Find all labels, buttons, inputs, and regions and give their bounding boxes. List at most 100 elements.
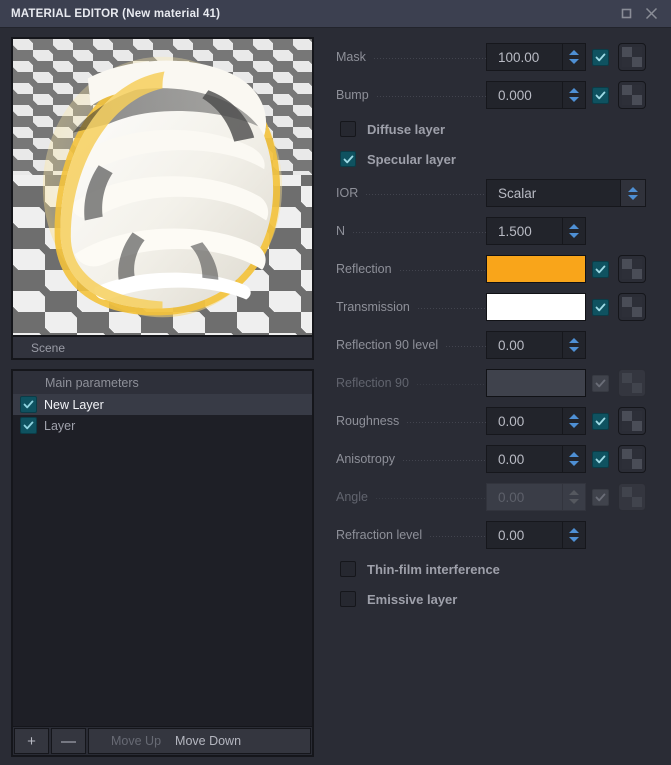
spinner-buttons[interactable]	[562, 521, 586, 549]
parameter-enable-checkbox[interactable]	[591, 450, 609, 468]
number-field[interactable]: 0.00	[486, 445, 586, 473]
number-field[interactable]: 0.000	[486, 81, 586, 109]
spinner-up-icon[interactable]	[569, 50, 579, 55]
spinner-up-icon[interactable]	[569, 88, 579, 93]
number-input[interactable]: 100.00	[486, 43, 562, 71]
scene-selector[interactable]: Scene	[11, 335, 314, 360]
number-field[interactable]: 0.00	[486, 407, 586, 435]
spinner-buttons[interactable]	[562, 445, 586, 473]
spinner-down-icon[interactable]	[569, 59, 579, 64]
remove-layer-button[interactable]: —	[51, 728, 86, 754]
parameter-enable-checkbox[interactable]	[591, 374, 609, 392]
add-layer-button[interactable]: +	[14, 728, 49, 754]
spinner-buttons[interactable]	[562, 217, 586, 245]
texture-button[interactable]	[618, 483, 646, 511]
texture-cell	[622, 47, 632, 57]
spinner-down-icon[interactable]	[569, 499, 579, 504]
move-down-button[interactable]: Move Down	[175, 734, 241, 748]
number-input[interactable]: 0.00	[486, 407, 562, 435]
texture-cell	[622, 95, 632, 105]
spinner-up-icon[interactable]	[569, 528, 579, 533]
spinner-down-icon[interactable]	[569, 461, 579, 466]
spinner-up-icon[interactable]	[569, 490, 579, 495]
toggle-label: Thin-film interference	[367, 561, 500, 577]
spinner-buttons[interactable]	[562, 81, 586, 109]
dropdown-arrows[interactable]	[620, 179, 646, 207]
color-swatch[interactable]	[486, 255, 586, 283]
spinner-down-icon[interactable]	[569, 537, 579, 542]
color-swatch[interactable]	[486, 293, 586, 321]
parameter-enable-checkbox[interactable]	[591, 260, 609, 278]
spinner-buttons[interactable]	[562, 331, 586, 359]
number-field[interactable]: 1.500	[486, 217, 586, 245]
spinner-down-icon[interactable]	[569, 423, 579, 428]
parameters-panel: Mask 100.00 Bump 0.000 Diffuse layer Specular…	[316, 37, 663, 757]
layer-row[interactable]: New Layer	[13, 394, 312, 415]
spinner-buttons[interactable]	[562, 43, 586, 71]
window-title: MATERIAL EDITOR (New material 41)	[11, 7, 221, 20]
toggle-row[interactable]: Thin-film interference	[336, 554, 663, 584]
number-field[interactable]: 0.00	[486, 483, 586, 511]
toggle-row[interactable]: Specular layer	[336, 144, 663, 174]
spinner-up-icon[interactable]	[569, 224, 579, 229]
layer-toggle-checkbox[interactable]	[340, 561, 356, 577]
parameter-enable-checkbox[interactable]	[591, 298, 609, 316]
ior-dropdown[interactable]: Scalar	[486, 179, 646, 207]
number-input[interactable]: 0.00	[486, 445, 562, 473]
restore-icon[interactable]	[618, 6, 634, 22]
toggle-row[interactable]: Diffuse layer	[336, 114, 663, 144]
move-up-button[interactable]: Move Up	[111, 734, 161, 748]
layer-visibility-checkbox[interactable]	[20, 417, 37, 434]
spinner-down-icon[interactable]	[569, 347, 579, 352]
color-swatch[interactable]	[486, 369, 586, 397]
texture-button[interactable]	[618, 407, 646, 435]
layer-toggle-checkbox[interactable]	[340, 121, 356, 137]
texture-slot	[614, 43, 650, 71]
number-input[interactable]: 0.00	[486, 521, 562, 549]
texture-cell	[622, 85, 632, 95]
layer-toggle-checkbox[interactable]	[340, 591, 356, 607]
parameter-enable-checkbox[interactable]	[591, 488, 609, 506]
spinner-down-icon[interactable]	[569, 97, 579, 102]
texture-button[interactable]	[618, 369, 646, 397]
parameter-enable-checkbox[interactable]	[591, 412, 609, 430]
number-input[interactable]: 0.000	[486, 81, 562, 109]
spinner-down-icon[interactable]	[569, 233, 579, 238]
material-preview[interactable]	[11, 37, 314, 337]
layer-move-group: Move Up Move Down	[88, 728, 311, 754]
parameter-label-text: Transmission	[336, 300, 410, 314]
parameter-row: Mask 100.00	[336, 38, 663, 76]
layers-list[interactable]: New Layer Layer	[13, 394, 312, 726]
number-input[interactable]: 0.00	[486, 331, 562, 359]
toggle-row[interactable]: Emissive layer	[336, 584, 663, 614]
number-value: 100.00	[498, 49, 540, 65]
dropdown-value[interactable]: Scalar	[486, 179, 620, 207]
parameter-label-text: Reflection 90 level	[336, 338, 439, 352]
spinner-up-icon[interactable]	[569, 338, 579, 343]
spinner-up-icon[interactable]	[569, 414, 579, 419]
parameter-label-text: Anisotropy	[336, 452, 396, 466]
spinner-buttons[interactable]	[562, 483, 586, 511]
toggle-label: Specular layer	[367, 151, 456, 167]
close-icon[interactable]	[643, 6, 659, 22]
number-field[interactable]: 0.00	[486, 331, 586, 359]
layer-toggle-checkbox[interactable]	[340, 151, 356, 167]
number-input[interactable]: 1.500	[486, 217, 562, 245]
spinner-buttons[interactable]	[562, 407, 586, 435]
layer-visibility-checkbox[interactable]	[20, 396, 37, 413]
texture-button[interactable]	[618, 255, 646, 283]
parameter-checkbox-slot	[586, 488, 614, 506]
spinner-up-icon[interactable]	[569, 452, 579, 457]
layer-row[interactable]: Layer	[13, 415, 312, 436]
texture-button[interactable]	[618, 445, 646, 473]
texture-cell	[632, 449, 642, 459]
layers-header[interactable]: Main parameters	[13, 371, 312, 394]
texture-button[interactable]	[618, 43, 646, 71]
number-field[interactable]: 100.00	[486, 43, 586, 71]
number-field[interactable]: 0.00	[486, 521, 586, 549]
parameter-enable-checkbox[interactable]	[591, 48, 609, 66]
parameter-enable-checkbox[interactable]	[591, 86, 609, 104]
texture-button[interactable]	[618, 293, 646, 321]
number-input[interactable]: 0.00	[486, 483, 562, 511]
texture-button[interactable]	[618, 81, 646, 109]
